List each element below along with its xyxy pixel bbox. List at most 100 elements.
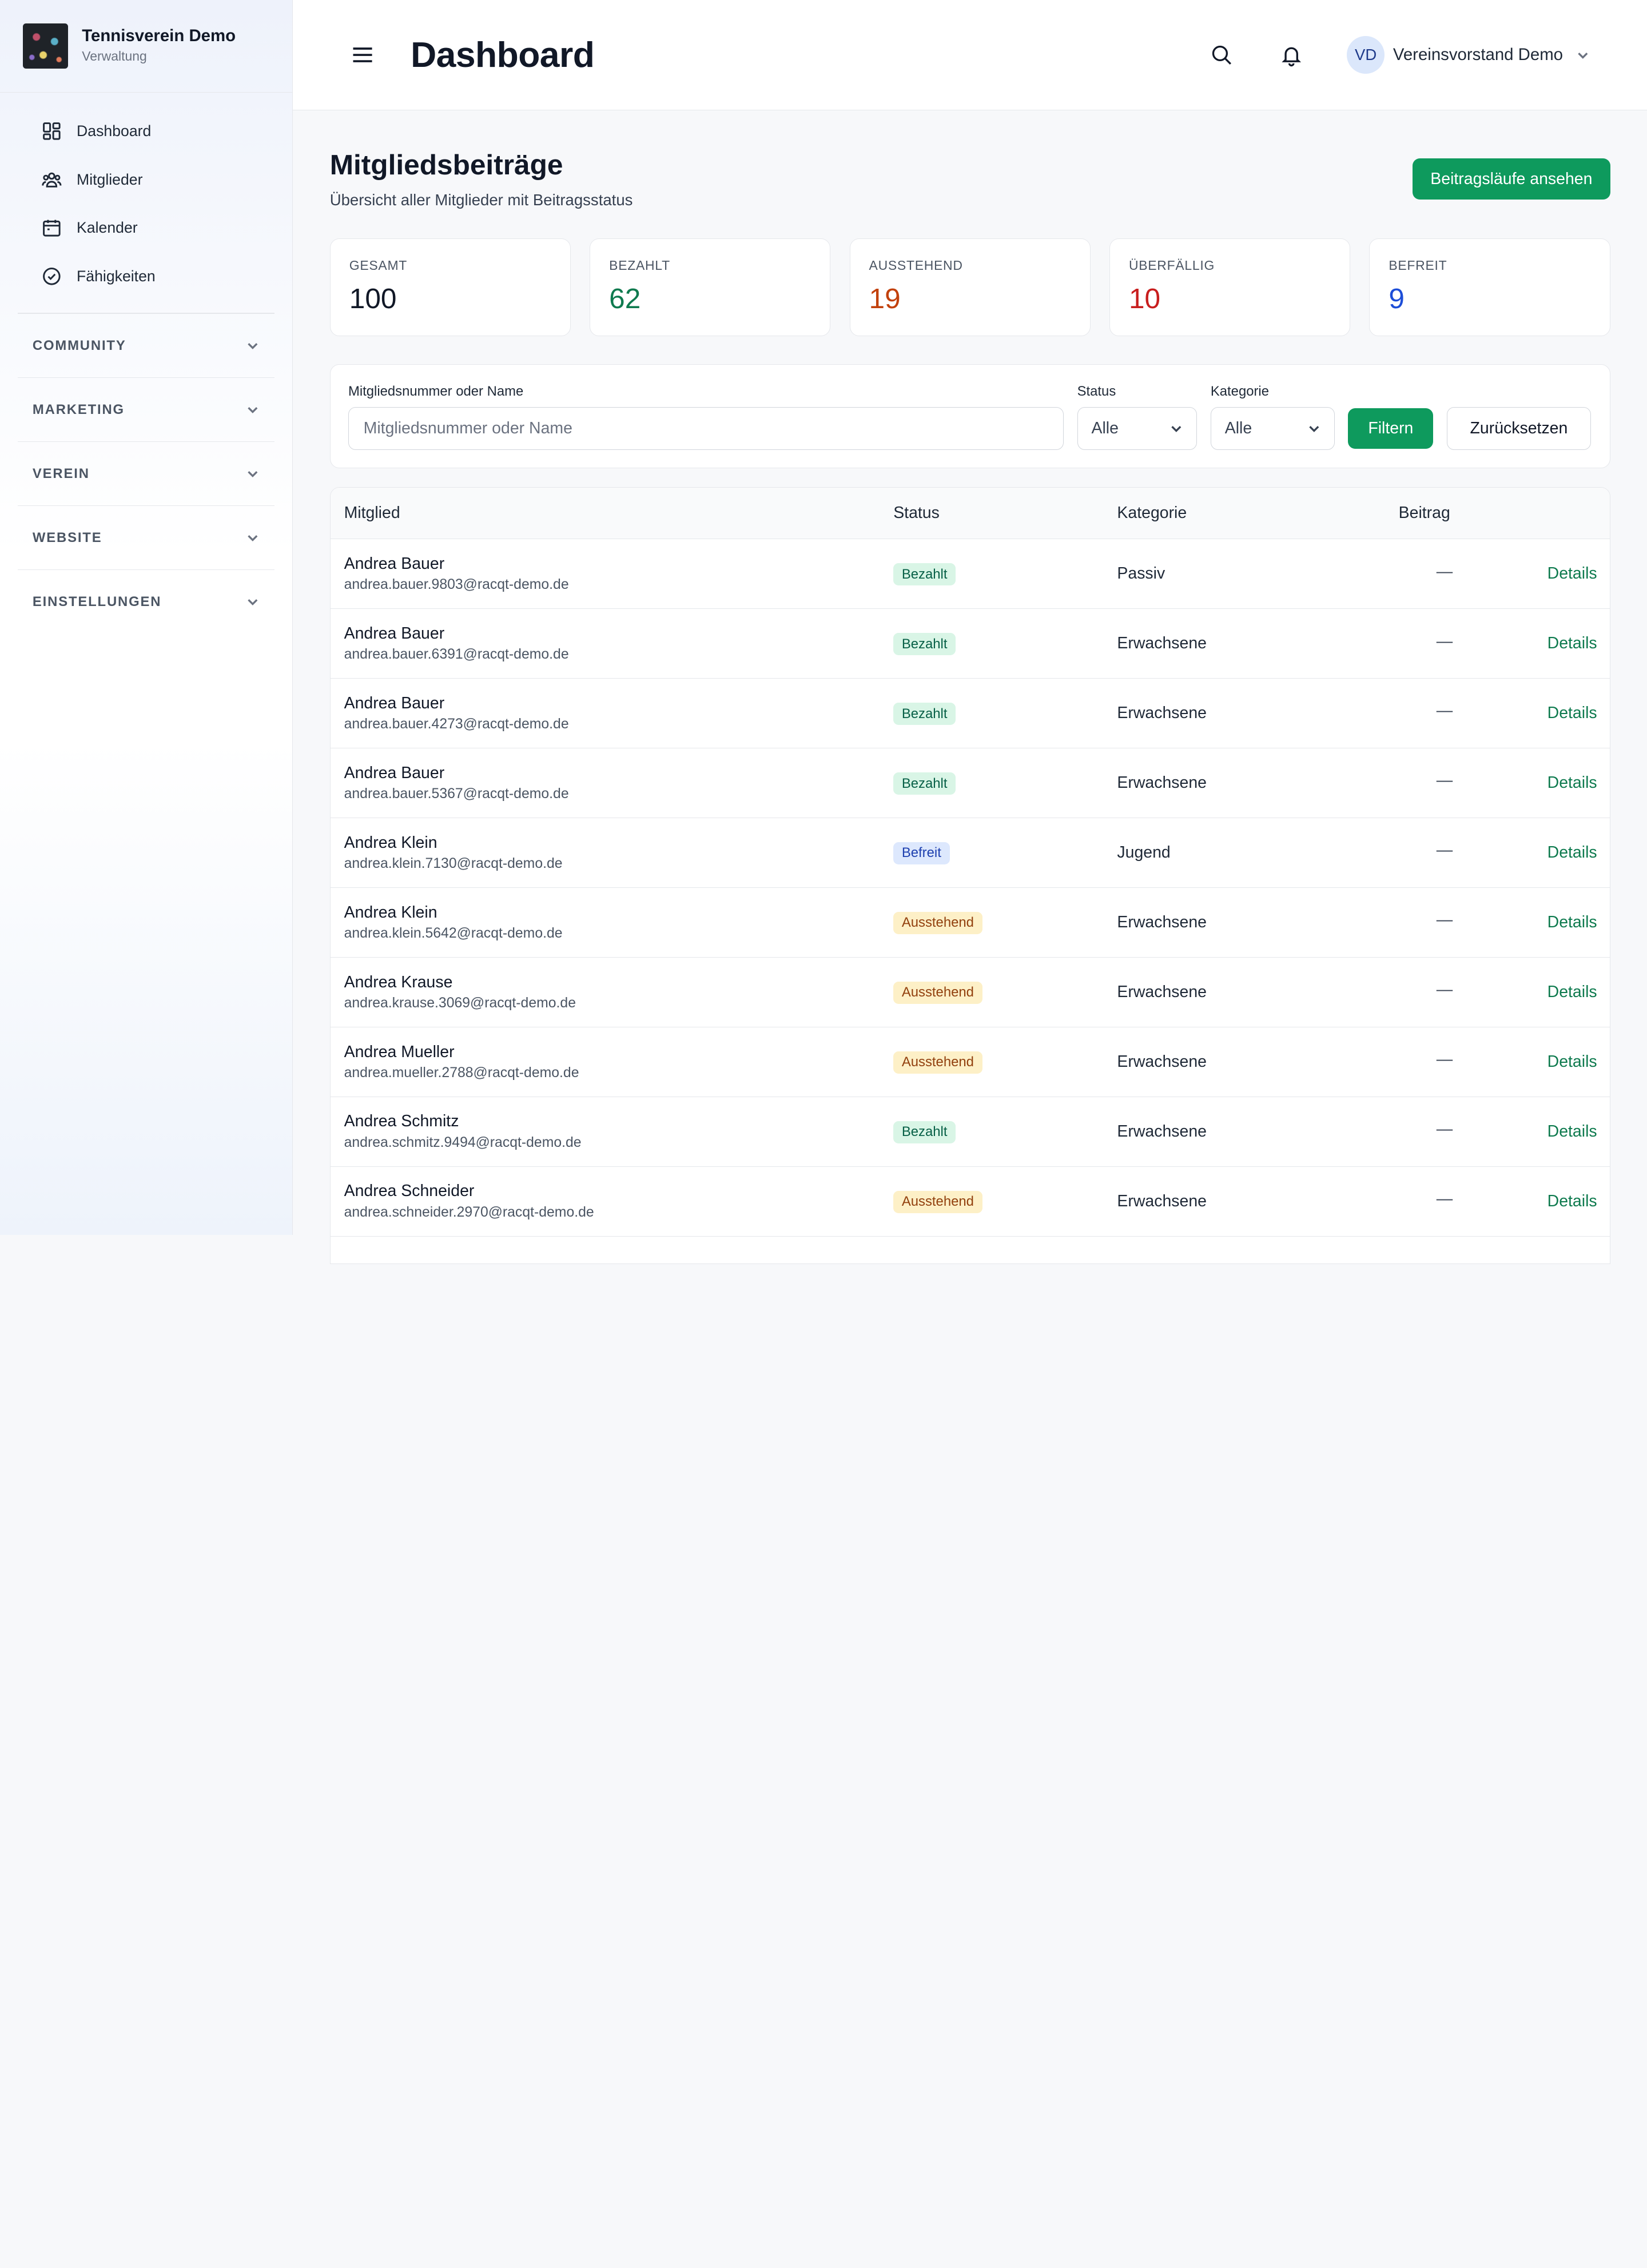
- sidebar-section-marketing[interactable]: MARKETING: [18, 378, 275, 443]
- details-link[interactable]: Details: [1547, 983, 1597, 1002]
- chevron-down-icon: [248, 471, 258, 477]
- search-input[interactable]: [348, 406, 1064, 451]
- search-button[interactable]: [1210, 43, 1233, 66]
- details-link[interactable]: Details: [1547, 564, 1597, 583]
- sidebar-section-community[interactable]: COMMUNITY: [18, 314, 275, 378]
- member-email: andrea.bauer.4273@racqt-demo.de: [344, 716, 569, 732]
- category-select[interactable]: Alle: [1210, 406, 1335, 451]
- table-row[interactable]: Andrea Klein andrea.klein.5642@racqt-demo…: [330, 888, 1610, 958]
- sidebar-item-faehigkeiten[interactable]: Fähigkeiten: [18, 252, 274, 300]
- sidebar-item-mitglieder[interactable]: Mitglieder: [18, 156, 274, 204]
- stat-value: 100: [349, 282, 397, 314]
- chevron-down-icon: [1576, 48, 1590, 63]
- status-badge: Ausstehend: [893, 982, 982, 1004]
- member-email: andrea.schmitz.9494@racqt-demo.de: [344, 1135, 582, 1151]
- bell-icon: [1281, 47, 1301, 67]
- table-row[interactable]: Andrea Bauer andrea.bauer.6391@racqt-demo…: [330, 609, 1610, 679]
- member-name: Andrea Klein: [344, 903, 437, 922]
- status-select[interactable]: Alle: [1077, 406, 1197, 451]
- member-category: Erwachsene: [1117, 704, 1207, 723]
- status-badge: Befreit: [893, 842, 950, 864]
- member-category: Erwachsene: [1117, 1052, 1207, 1071]
- table-row[interactable]: Andrea Bauer andrea.bauer.9803@racqt-demo…: [330, 539, 1610, 609]
- user-name: Vereinsvorstand Demo: [1393, 45, 1564, 65]
- status-badge: Bezahlt: [893, 563, 956, 585]
- stat-label: Gesamt: [349, 257, 408, 273]
- chevron-down-icon: [248, 535, 258, 541]
- member-name: Andrea Schmitz: [344, 1112, 459, 1131]
- stats-row: Gesamt 100 Bezahlt 62 Ausstehend 19 Über…: [329, 238, 1610, 336]
- chevron-down-icon: [1309, 425, 1319, 432]
- notifications-button[interactable]: [1280, 43, 1303, 67]
- details-link[interactable]: Details: [1547, 843, 1597, 862]
- member-fee: —: [1436, 1120, 1453, 1139]
- member-fee: —: [1436, 562, 1453, 581]
- user-menu[interactable]: VD Vereinsvorstand Demo: [1347, 36, 1590, 74]
- stat-card-pending: Ausstehend 19: [849, 238, 1091, 336]
- status-badge: Bezahlt: [893, 703, 956, 725]
- member-name: Andrea Bauer: [344, 763, 445, 782]
- stat-value: 19: [869, 282, 901, 314]
- page-title: Dashboard: [411, 34, 595, 75]
- member-category: Erwachsene: [1117, 1191, 1207, 1210]
- table-row[interactable]: Andrea Schneider andrea.schneider.2970@ra…: [330, 1167, 1610, 1237]
- avatar: VD: [1347, 36, 1385, 74]
- details-link[interactable]: Details: [1547, 774, 1597, 792]
- members-table: Mitglied Status Kategorie Beitrag Andrea…: [329, 487, 1610, 1265]
- brand[interactable]: Tennisverein Demo Verwaltung: [0, 0, 293, 93]
- table-body: Andrea Bauer andrea.bauer.9803@racqt-demo…: [330, 539, 1610, 1237]
- member-fee: —: [1436, 1190, 1453, 1209]
- section-header: Mitgliedsbeiträge Übersicht aller Mitgli…: [330, 110, 1610, 238]
- table-row[interactable]: Andrea Mueller andrea.mueller.2788@racqt-…: [330, 1027, 1610, 1097]
- sidebar-item-dashboard[interactable]: Dashboard: [18, 107, 274, 155]
- check-circle-icon: [42, 267, 61, 285]
- content: Mitgliedsbeiträge Übersicht aller Mitgli…: [293, 110, 1647, 1265]
- hamburger-icon: [353, 47, 372, 62]
- filter-button[interactable]: Filtern: [1348, 408, 1434, 449]
- menu-toggle-button[interactable]: [350, 42, 375, 67]
- table-row[interactable]: Andrea Schmitz andrea.schmitz.9494@racqt-…: [330, 1097, 1610, 1167]
- sidebar-nav: Dashboard Mitglieder Kalender Fähigkeite…: [0, 93, 292, 301]
- app-root: Tennisverein Demo Verwaltung Dashboard M…: [0, 0, 1647, 1265]
- section-title: Mitgliedsbeiträge: [329, 148, 563, 181]
- member-fee: —: [1436, 632, 1453, 651]
- topbar-actions: VD Vereinsvorstand Demo: [1210, 0, 1590, 110]
- details-link[interactable]: Details: [1547, 1192, 1597, 1211]
- member-category: Erwachsene: [1117, 634, 1207, 653]
- member-email: andrea.bauer.5367@racqt-demo.de: [344, 786, 569, 802]
- sidebar-section-verein[interactable]: VEREIN: [18, 442, 275, 507]
- details-link[interactable]: Details: [1547, 704, 1597, 723]
- table-row[interactable]: Andrea Bauer andrea.bauer.5367@racqt-demo…: [330, 748, 1610, 818]
- member-category: Erwachsene: [1117, 913, 1207, 931]
- reset-button[interactable]: Zurücksetzen: [1447, 406, 1591, 451]
- stat-label: Bezahlt: [609, 257, 670, 273]
- member-fee: —: [1436, 911, 1453, 930]
- member-fee: —: [1436, 980, 1453, 999]
- stat-value: 10: [1128, 282, 1161, 314]
- table-row[interactable]: Andrea Klein andrea.klein.7130@racqt-demo…: [330, 818, 1610, 888]
- member-name: Andrea Mueller: [344, 1042, 455, 1061]
- stat-value: 62: [609, 282, 641, 314]
- chevron-down-icon: [248, 599, 258, 606]
- view-fee-runs-button[interactable]: Beitragsläufe ansehen: [1413, 158, 1610, 200]
- details-link[interactable]: Details: [1547, 913, 1597, 932]
- sidebar-section-einstellungen[interactable]: EINSTELLUNGEN: [18, 570, 274, 634]
- table-row[interactable]: Andrea Krause andrea.krause.3069@racqt-de…: [330, 958, 1610, 1027]
- details-link[interactable]: Details: [1547, 634, 1597, 653]
- status-badge: Bezahlt: [893, 633, 956, 655]
- details-link[interactable]: Details: [1547, 1122, 1597, 1141]
- status-badge: Ausstehend: [893, 1051, 982, 1074]
- sidebar-section-website[interactable]: WEBSITE: [18, 506, 275, 571]
- calendar-icon: [42, 220, 61, 237]
- member-email: andrea.mueller.2788@racqt-demo.de: [344, 1065, 579, 1081]
- member-name: Andrea Krause: [344, 972, 453, 991]
- column-header-category: Kategorie: [1117, 503, 1187, 522]
- status-badge: Ausstehend: [893, 1190, 982, 1213]
- member-category: Jugend: [1117, 843, 1171, 862]
- category-select-value: Alle: [1224, 418, 1252, 437]
- sidebar-item-kalender[interactable]: Kalender: [18, 204, 274, 252]
- topbar: Dashboard VD Vereinsvorstand Demo: [293, 0, 1647, 110]
- column-header-fee: Beitrag: [1398, 503, 1450, 522]
- table-row[interactable]: Andrea Bauer andrea.bauer.4273@racqt-demo…: [330, 679, 1610, 749]
- details-link[interactable]: Details: [1547, 1053, 1597, 1071]
